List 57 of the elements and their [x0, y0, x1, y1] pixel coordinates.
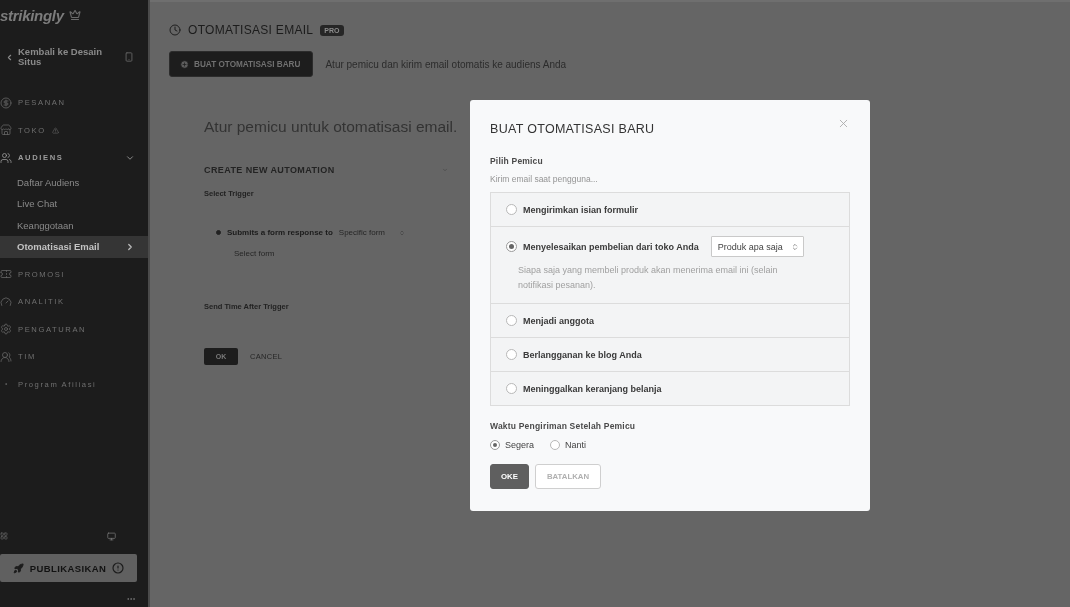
updown-icon [399, 229, 406, 236]
monitor-icon[interactable] [107, 531, 116, 541]
plus-icon [180, 59, 189, 69]
trigger-option[interactable]: Meninggalkan keranjang belanja [491, 371, 849, 405]
crown-icon [68, 9, 81, 21]
clock-icon [169, 24, 181, 36]
option-description: Siapa saja yang membeli produk akan menerima email ini (selain notifikasi pesanan). [518, 264, 779, 292]
radio-button[interactable] [550, 440, 561, 450]
field-hint: Kirim email saat pengguna... [490, 174, 599, 184]
new-automation-button[interactable]: BUAT OTOMATISASI BARU [169, 51, 314, 77]
trigger-option[interactable]: Menyelesaikan pembelian dari toko Anda Produk apa saja Siapa saja yang membeli produk akan menerima email ini (selain notifikasi pesanan). [491, 226, 849, 303]
back-link[interactable]: Kembali ke Desain Situs [0, 42, 148, 72]
chevron-right-icon [125, 241, 135, 252]
trigger-option[interactable]: Mengirimkan isian formulir [491, 193, 849, 226]
radio-button[interactable] [506, 383, 517, 394]
trigger-label: Submits a form response to [227, 228, 333, 237]
gauge-icon [0, 295, 12, 308]
field-label: Waktu Pengiriman Setelah Pemicu [490, 421, 637, 431]
radio-label: Nanti [565, 440, 587, 450]
option-label: Meninggalkan keranjang belanja [523, 383, 662, 394]
dollar-coin-icon [0, 96, 12, 109]
publish-button[interactable]: PUBLIKASIKAN [0, 554, 137, 582]
updown-icon [790, 242, 799, 251]
grid-icon[interactable] [0, 532, 8, 540]
product-dropdown[interactable]: Produk apa saja [710, 236, 804, 257]
trigger-option[interactable]: Menjadi anggota [491, 303, 849, 337]
settings-icon [0, 323, 12, 336]
nav-subitem[interactable]: Otomatisasi Email [0, 236, 148, 258]
nav-subitem[interactable]: Live Chat [0, 193, 148, 215]
option-label: Menjadi anggota [523, 315, 594, 326]
radio-button[interactable] [506, 204, 517, 215]
radio-button[interactable] [506, 241, 517, 252]
option-label: Mengirimkan isian formulir [523, 204, 639, 215]
chevron-left-icon [5, 52, 14, 62]
modal-title: BUAT OTOMATISASI BARU [490, 121, 655, 137]
trigger-option[interactable]: Berlangganan ke blog Anda [491, 337, 849, 371]
nav-subitem[interactable]: Keanggotaan [0, 214, 148, 236]
close-icon [837, 117, 850, 130]
radio-button[interactable] [216, 230, 221, 235]
radio-label: Segera [505, 440, 535, 450]
phone-icon [124, 52, 134, 62]
radio-button[interactable] [506, 349, 517, 360]
team-icon [0, 350, 12, 363]
field-label: Pilih Pemicu [490, 156, 544, 166]
close-button[interactable] [837, 117, 850, 130]
nav-subitem[interactable]: Daftar Audiens [0, 171, 148, 193]
ticket-icon [0, 268, 12, 281]
logo: strikingly [0, 6, 64, 24]
store-icon [0, 124, 12, 137]
option-label: Menyelesaikan pembelian dari toko Anda [523, 241, 699, 252]
people-icon [0, 151, 12, 164]
page-title: OTOMATISASI EMAIL [188, 23, 314, 37]
rocket-icon [12, 562, 24, 574]
option-label: Berlangganan ke blog Anda [523, 349, 642, 360]
radio-button[interactable] [506, 315, 517, 326]
radio-button[interactable] [490, 440, 500, 450]
section-title: CREATE NEW AUTOMATION [204, 165, 335, 175]
